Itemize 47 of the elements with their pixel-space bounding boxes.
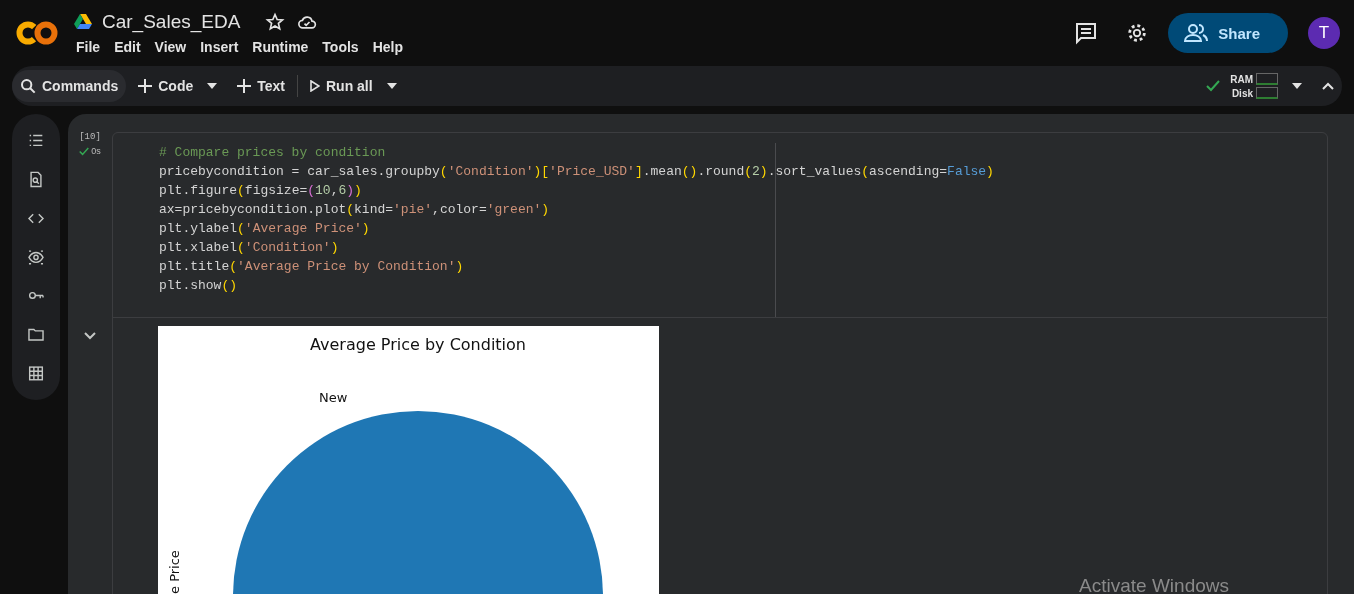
eye-icon[interactable] — [25, 248, 47, 266]
settings-icon[interactable] — [1126, 22, 1149, 44]
run-duration: 0s — [91, 146, 101, 156]
menu-item[interactable]: File — [76, 39, 101, 55]
check-icon — [79, 146, 90, 156]
code-line: plt.show() — [159, 277, 239, 295]
menu-item[interactable]: Edit — [114, 39, 141, 55]
code-line: plt.figure(figsize=(10,6)) — [159, 182, 363, 200]
code-line: # Compare prices by condition — [159, 144, 387, 162]
search-icon — [20, 78, 36, 94]
add-text-button[interactable]: Text — [229, 70, 293, 102]
code-line: plt.title('Average Price by Condition') — [159, 258, 465, 276]
axis-label: e Price — [167, 550, 182, 594]
resource-meter[interactable]: RAM Disk — [1230, 73, 1278, 99]
menu-item[interactable]: View — [154, 39, 187, 55]
people-icon — [1184, 23, 1209, 43]
slice-label: New — [319, 390, 348, 405]
check-icon — [1206, 80, 1221, 92]
star-icon[interactable] — [264, 12, 287, 32]
activation-notice: Activate Windows — [1079, 575, 1229, 594]
play-icon — [310, 80, 320, 92]
chart-title: Average Price by Condition — [310, 335, 526, 354]
menu-item[interactable]: Help — [372, 39, 403, 55]
menu-item[interactable]: Runtime — [252, 39, 309, 55]
menu-item[interactable]: Tools — [322, 39, 359, 55]
code-line: plt.ylabel('Average Price') — [159, 220, 371, 238]
commands-button[interactable]: Commands — [12, 70, 127, 102]
code-line: plt.xlabel('Condition') — [159, 239, 340, 257]
code-line: pricebycondition = car_sales.groupby('Condition')['Price_USD'].mean().round(2).sort_values(ascending=False) — [159, 163, 995, 181]
plus-icon — [237, 79, 252, 93]
user-avatar[interactable]: T — [1308, 17, 1340, 49]
share-button[interactable]: Share — [1168, 13, 1288, 53]
logo-icon[interactable] — [16, 19, 58, 47]
folder-icon[interactable] — [25, 326, 47, 344]
caret-icon[interactable] — [386, 83, 397, 89]
caret-icon[interactable] — [207, 83, 218, 89]
drive-icon[interactable] — [74, 14, 92, 30]
plus-icon — [138, 79, 153, 93]
code-line: ax=pricebycondition.plot(kind='pie',color='green') — [159, 201, 551, 219]
comment-icon[interactable] — [1074, 21, 1099, 45]
chevron-up-icon[interactable] — [1322, 82, 1334, 90]
execution-count: [10] — [79, 132, 101, 142]
menu-item[interactable]: Insert — [200, 39, 239, 55]
add-code-button[interactable]: Code — [130, 70, 202, 102]
run-all-button[interactable]: Run all — [302, 70, 381, 102]
caret-icon[interactable] — [1292, 83, 1302, 89]
notebook-title[interactable]: Car_Sales_EDA — [102, 11, 241, 33]
